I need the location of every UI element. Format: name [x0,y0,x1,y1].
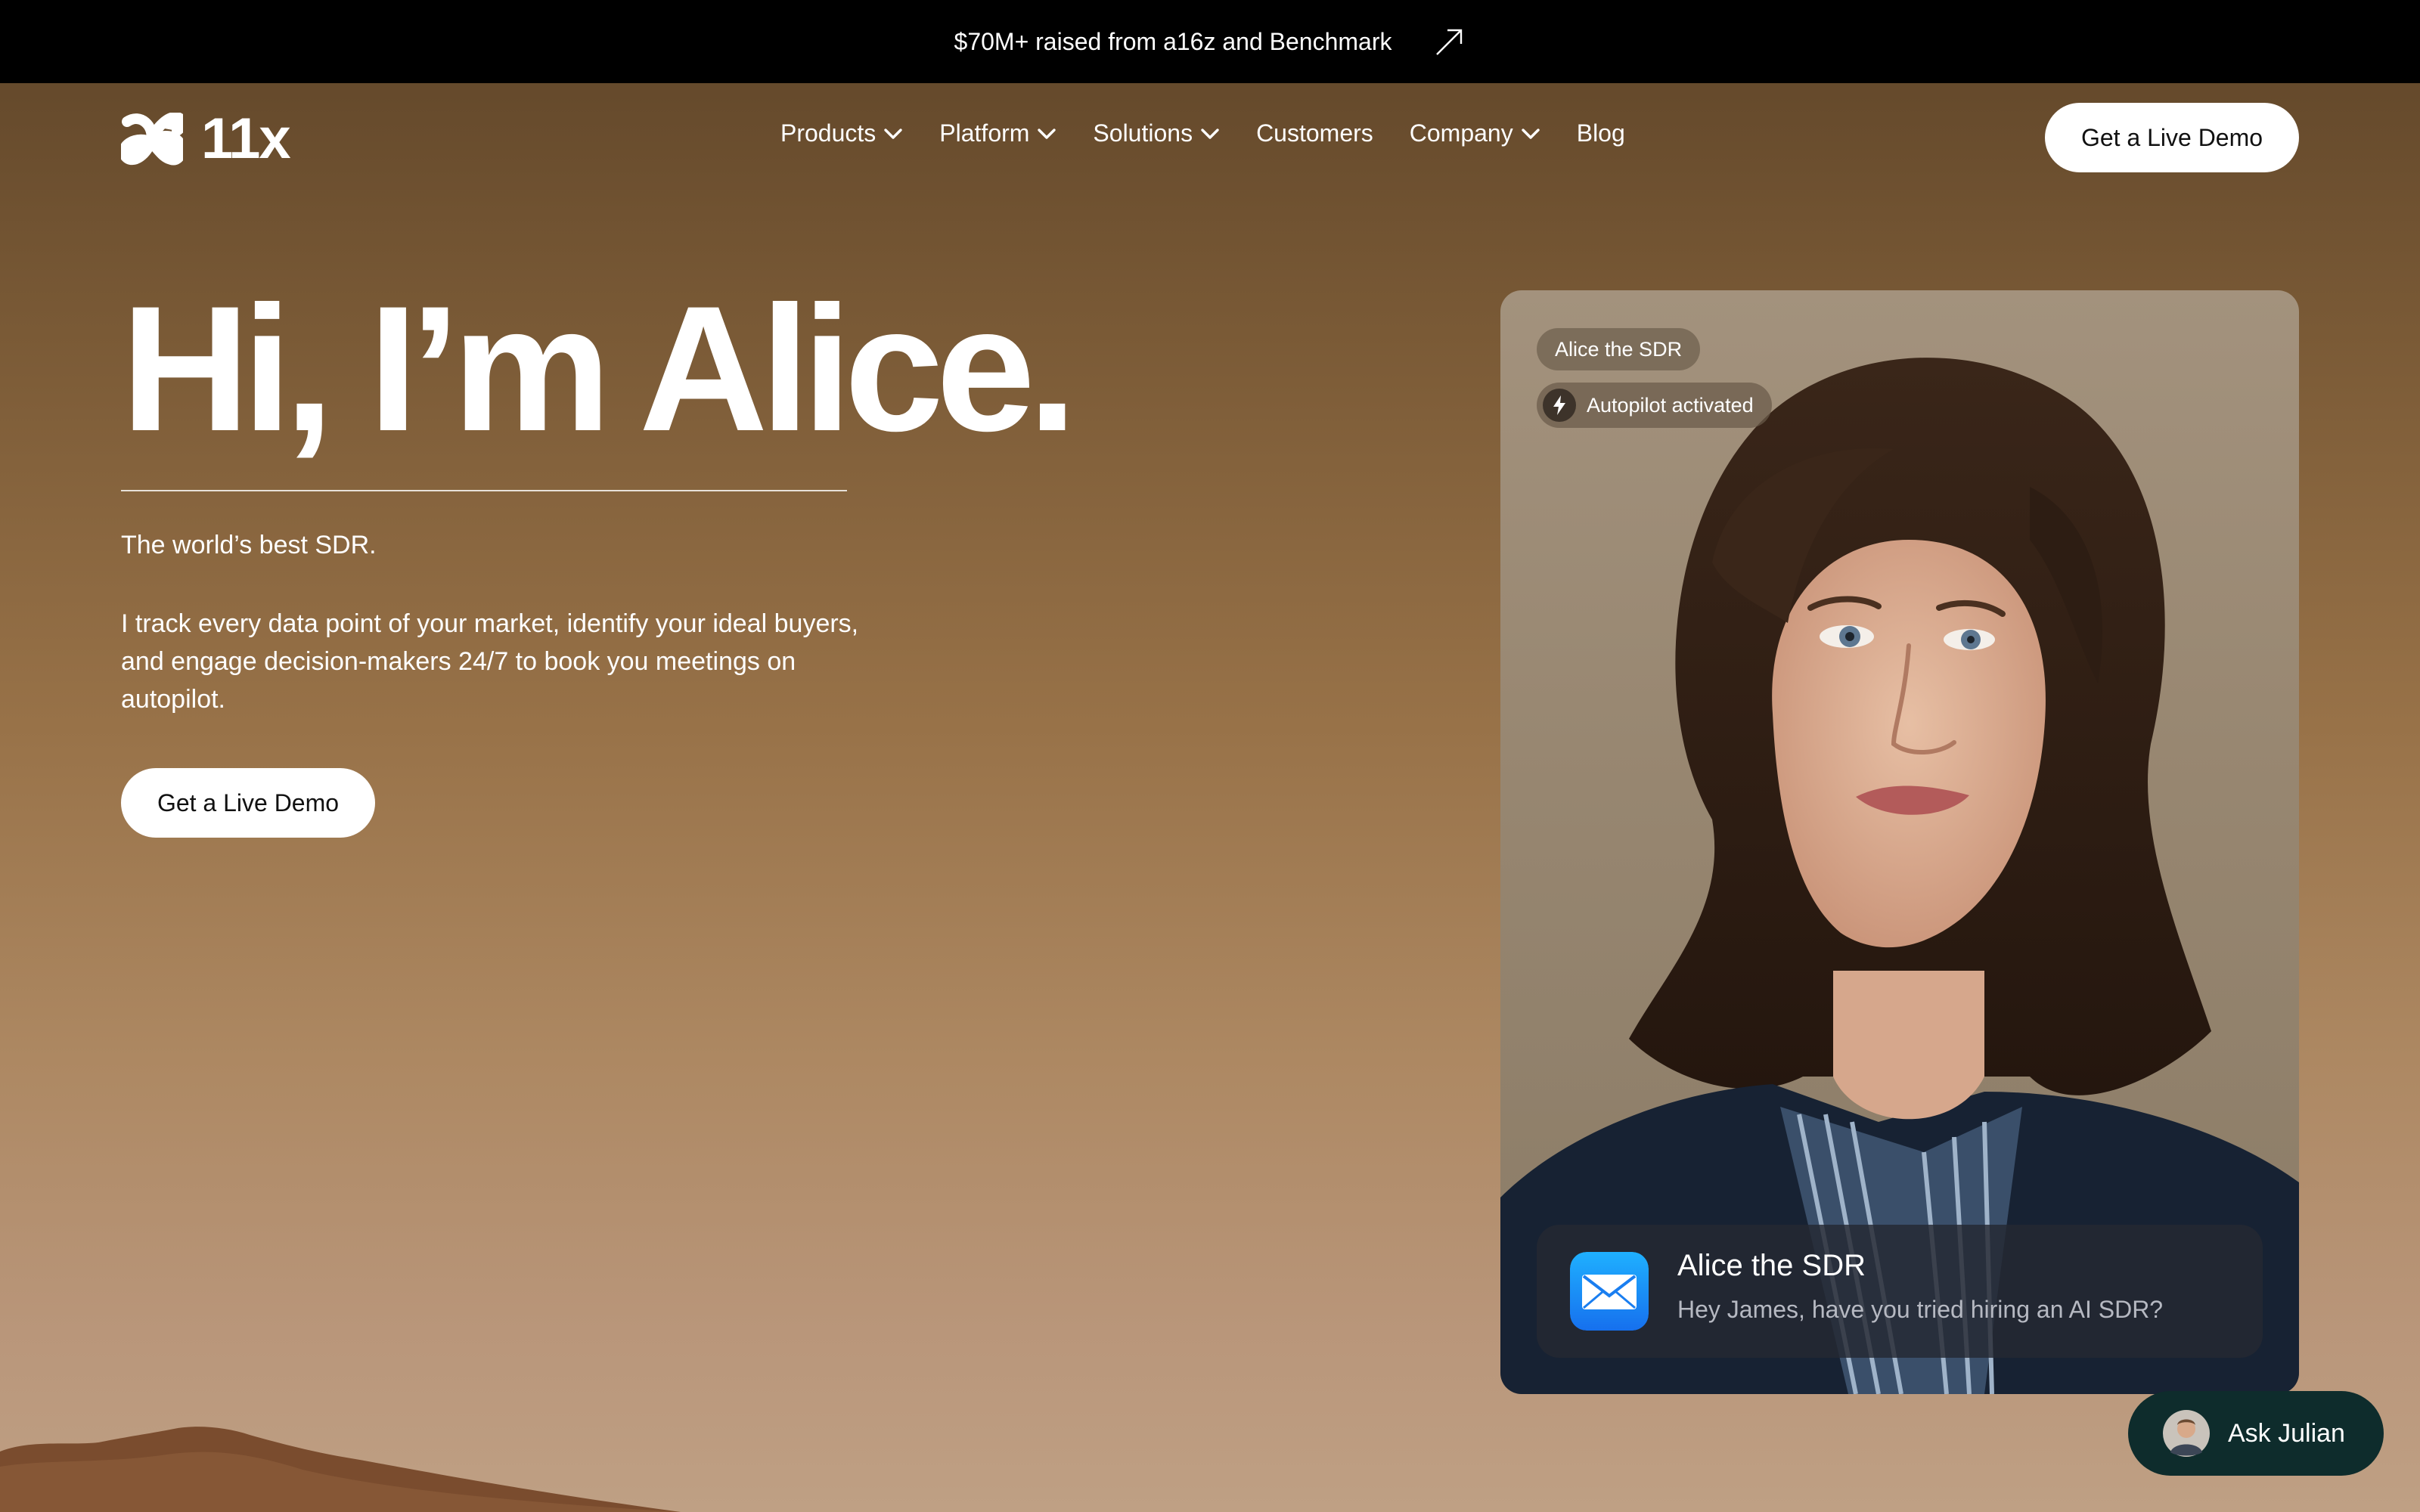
chat-button-label: Ask Julian [2228,1418,2345,1448]
hero-demo-button[interactable]: Get a Live Demo [121,768,375,838]
main-nav: Products Platform Solutions Customers Co… [780,119,1625,147]
nav-item-label: Customers [1256,119,1373,147]
autopilot-status-badge: Autopilot activated [1537,383,1772,428]
nav-item-customers[interactable]: Customers [1256,119,1373,147]
nav-item-label: Company [1409,119,1513,147]
mail-app-icon [1570,1252,1649,1331]
lightning-bolt-icon [1553,395,1565,415]
chevron-down-icon [1522,128,1540,139]
lightning-bolt-icon-wrap [1543,389,1576,422]
chevron-down-icon [884,128,902,139]
nav-item-label: Solutions [1093,119,1193,147]
notification-message: Hey James, have you tried hiring an AI S… [1677,1296,2164,1323]
header-demo-button[interactable]: Get a Live Demo [2045,103,2299,172]
alice-profile-card: Alice the SDR Autopilot activated Alice … [1500,290,2299,1394]
arrow-up-right-icon[interactable] [1434,26,1466,57]
ask-julian-chat-button[interactable]: Ask Julian [2128,1391,2384,1476]
nav-item-blog[interactable]: Blog [1577,119,1625,147]
chevron-down-icon [1038,128,1056,139]
chevron-down-icon [1201,128,1219,139]
autopilot-status-text: Autopilot activated [1587,393,1754,417]
nav-item-label: Blog [1576,119,1625,147]
desert-hill-image [0,1427,681,1512]
notification-sender: Alice the SDR [1677,1249,1866,1282]
logo-mark-icon [121,113,183,166]
email-notification[interactable]: Alice the SDR Hey James, have you tried … [1537,1225,2263,1358]
nav-item-products[interactable]: Products [780,119,903,147]
avatar [2163,1410,2210,1457]
hero-subtitle: The world’s best SDR. [121,531,377,559]
nav-item-platform[interactable]: Platform [939,119,1056,147]
announcement-banner[interactable]: $70M+ raised from a16z and Benchmark [0,0,2420,83]
site-header: 11x Products Platform Solutions Customer… [0,83,2420,189]
hero-title: Hi, I’m Alice. [121,269,1078,469]
logo-text: 11x [201,107,291,171]
announcement-text[interactable]: $70M+ raised from a16z and Benchmark [954,28,1392,56]
logo[interactable]: 11x [121,107,291,171]
hero-divider [121,490,847,491]
nav-item-label: Products [780,119,876,147]
hero-description: I track every data point of your market,… [121,609,859,714]
agent-name-tag: Alice the SDR [1537,328,1701,370]
nav-item-solutions[interactable]: Solutions [1093,119,1220,147]
nav-item-label: Platform [939,119,1030,147]
nav-item-company[interactable]: Company [1410,119,1540,147]
